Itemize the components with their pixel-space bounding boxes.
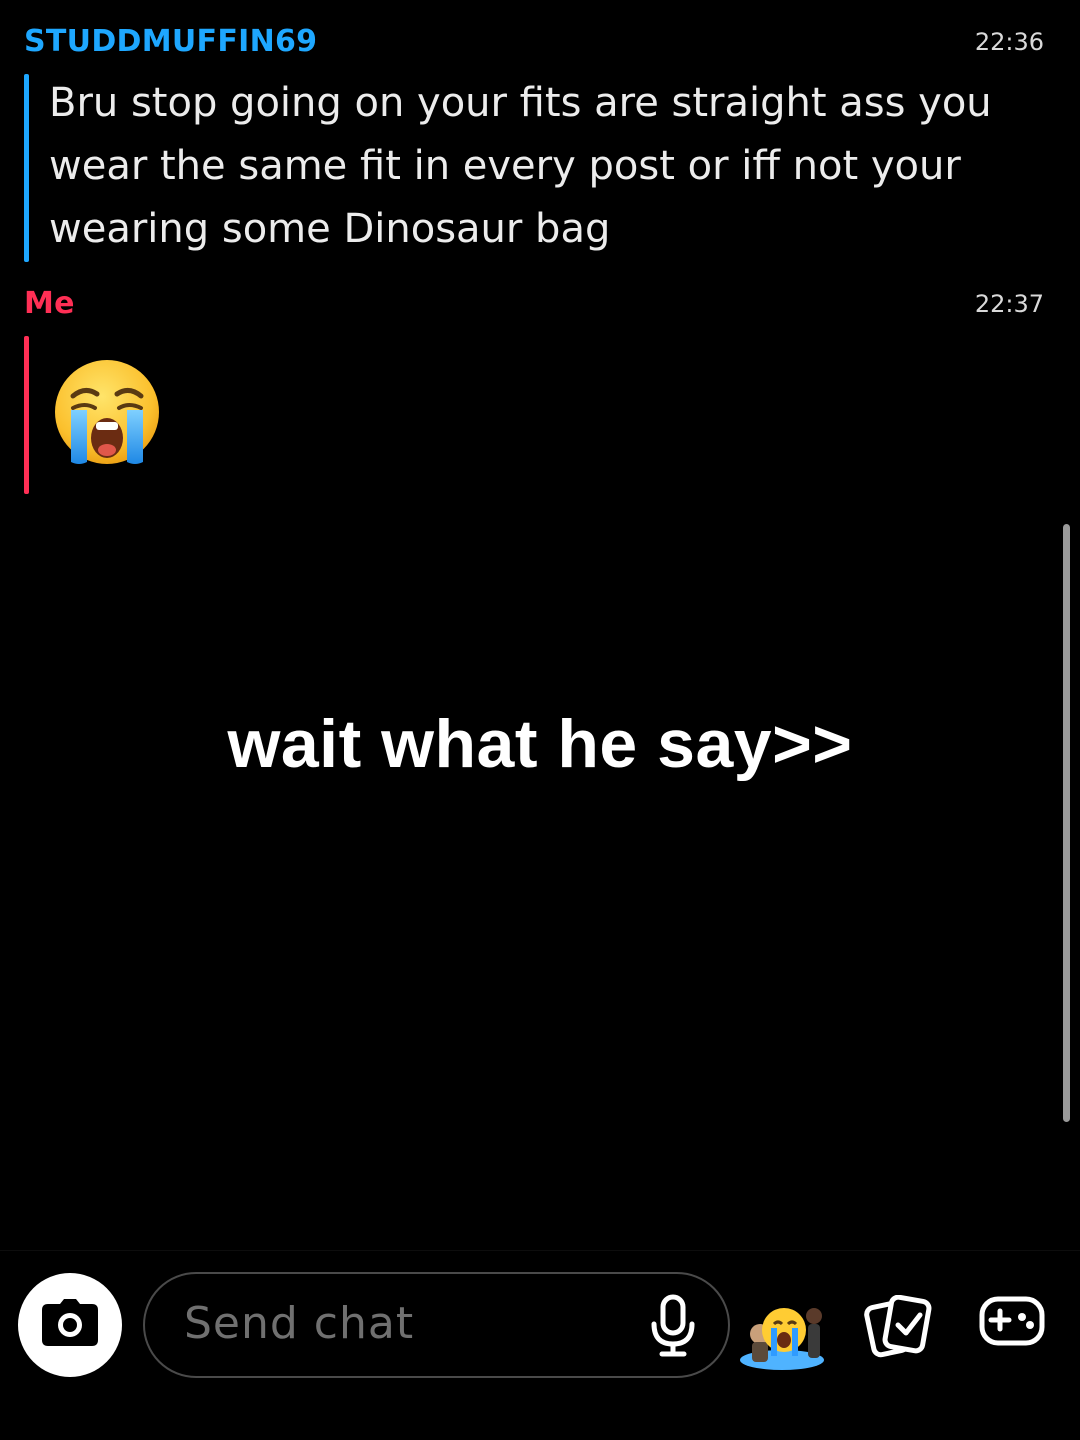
sender-name: STUDDMUFFIN69	[24, 24, 318, 59]
gamepad-icon[interactable]	[978, 1295, 1046, 1351]
message-body	[24, 336, 1044, 494]
send-chat-input[interactable]: Send chat	[143, 1272, 730, 1378]
chat-message[interactable]: STUDDMUFFIN69 22:36 Bru stop going on yo…	[24, 24, 1044, 262]
message-header: Me 22:37	[24, 286, 1044, 326]
memories-cards-icon[interactable]	[864, 1294, 934, 1359]
loudly-crying-face-emoji-icon	[51, 358, 163, 470]
crying-bitmoji-sticker-icon[interactable]	[738, 1296, 830, 1372]
overlay-caption: wait what he say>>	[227, 706, 853, 782]
camera-icon	[40, 1298, 100, 1352]
sender-color-bar	[24, 74, 29, 262]
chat-composer-bar: Send chat	[0, 1250, 1080, 1440]
message-text: Bru stop going on your fits are straight…	[49, 80, 992, 252]
message-time: 22:37	[974, 290, 1044, 318]
microphone-icon[interactable]	[648, 1294, 698, 1358]
sender-name: Me	[24, 286, 75, 321]
message-header: STUDDMUFFIN69 22:36	[24, 24, 1044, 64]
scrollbar[interactable]	[1063, 524, 1070, 1122]
sender-color-bar	[24, 336, 29, 494]
chat-message[interactable]: Me 22:37	[24, 286, 1044, 494]
message-body: Bru stop going on your fits are straight…	[24, 74, 1044, 262]
camera-button[interactable]	[18, 1273, 122, 1377]
message-time: 22:36	[974, 28, 1044, 56]
chat-placeholder: Send chat	[184, 1298, 415, 1349]
